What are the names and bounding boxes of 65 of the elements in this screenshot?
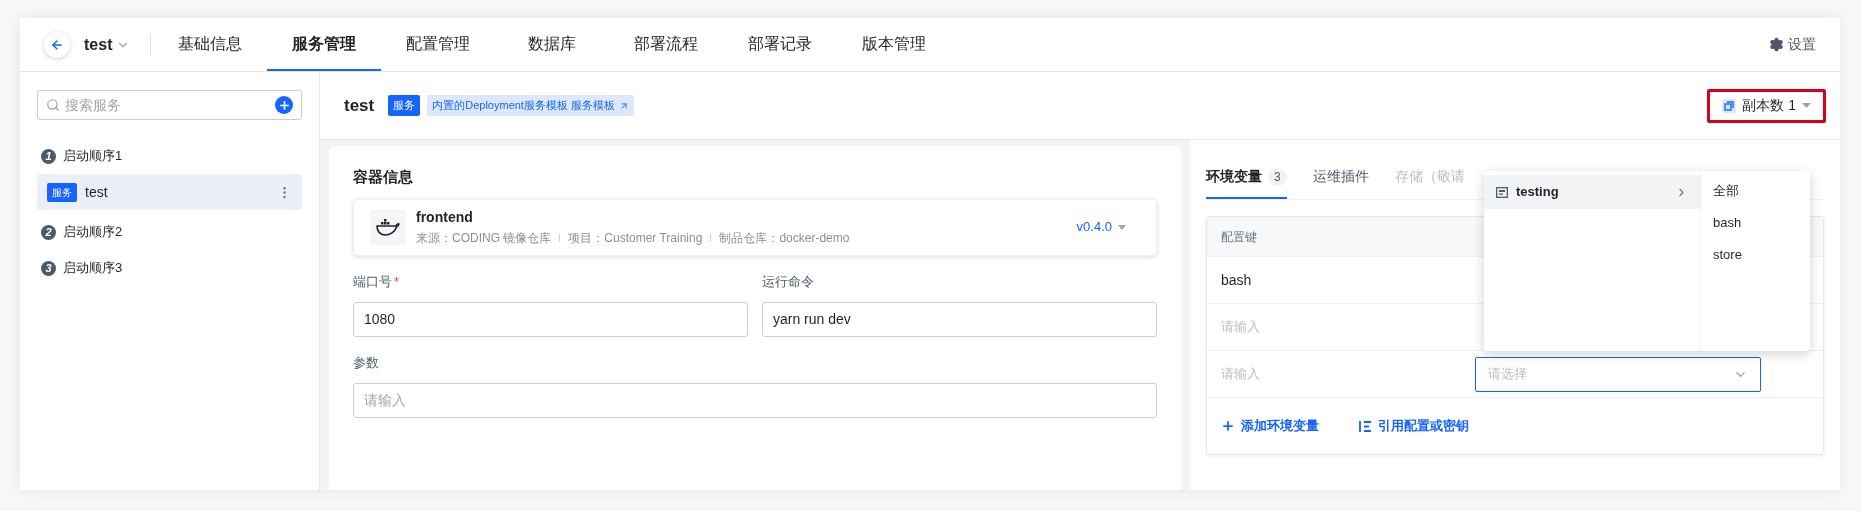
cascader-option[interactable]: testing: [1484, 175, 1700, 209]
project-selector[interactable]: test: [84, 32, 131, 57]
replicas-button[interactable]: 副本数 1: [1707, 88, 1826, 123]
service-tag: 服务: [47, 182, 77, 202]
field-label: 运行命令: [762, 272, 814, 291]
cascader-option[interactable]: 全部: [1701, 175, 1810, 207]
image-card[interactable]: frontend 来源：CODING 镜像仓库 项目：Customer Training 制品仓库：docker-demo v0.4.0: [353, 198, 1157, 256]
group-label: 启动顺序2: [63, 223, 123, 242]
service-tag: 服务: [388, 95, 421, 116]
panel-tab[interactable]: 环境变量 3: [1206, 162, 1287, 199]
cascader-option[interactable]: store: [1701, 239, 1810, 271]
template-link[interactable]: 内置的Deployment服务模板 服务模板: [427, 95, 634, 116]
external-link-icon: [619, 100, 629, 111]
order-number: 1: [41, 148, 56, 164]
service-item[interactable]: 服务 test: [37, 174, 302, 210]
text-field[interactable]: 1080: [353, 301, 748, 337]
key-input[interactable]: 请输入: [1221, 364, 1475, 384]
action-link[interactable]: 引用配置或密钥: [1359, 416, 1469, 436]
search-field[interactable]: 搜索服务: [65, 94, 270, 116]
service-title: test: [344, 94, 375, 117]
key-input[interactable]: 请输入: [1221, 317, 1475, 337]
required-mark: *: [394, 272, 400, 291]
count-badge: 3: [1268, 167, 1287, 186]
back-button[interactable]: [44, 31, 70, 58]
group-label: 启动顺序3: [63, 259, 123, 278]
text-field[interactable]: yarn run dev: [762, 301, 1157, 337]
search-box[interactable]: 搜索服务: [37, 90, 302, 120]
add-service-icon[interactable]: [275, 96, 293, 114]
section-title: 容器信息: [353, 167, 414, 187]
settings-icon: [1769, 37, 1784, 52]
cascader-option[interactable]: bash: [1701, 207, 1810, 239]
image-meta: 来源：CODING 镜像仓库: [416, 230, 552, 247]
nav-tab[interactable]: 服务管理: [267, 18, 382, 71]
image-meta: 制品仓库：docker-demo: [719, 230, 850, 247]
option-label: testing: [1516, 183, 1560, 202]
field-label: 端口号: [353, 272, 392, 291]
column-header: 配置键: [1221, 228, 1257, 246]
group-label: 启动顺序1: [63, 147, 123, 166]
caret-icon: [1802, 103, 1811, 108]
table-cell-text: bash: [1221, 270, 1253, 290]
panel-tab[interactable]: 运维插件: [1312, 162, 1369, 199]
image-meta: 项目：Customer Training: [568, 230, 703, 247]
service-name: test: [85, 182, 109, 202]
field-label: 参数: [353, 353, 379, 372]
plus-icon: [1221, 419, 1235, 433]
action-link[interactable]: 添加环境变量: [1221, 416, 1319, 436]
order-number: 2: [41, 224, 56, 240]
version-select[interactable]: v0.4.0: [1076, 217, 1126, 237]
nav-tab[interactable]: 版本管理: [837, 18, 952, 71]
order-number: 3: [41, 260, 56, 276]
nav-tab[interactable]: 部署记录: [723, 18, 838, 71]
nav-tab[interactable]: 配置管理: [381, 18, 496, 71]
nav-tab[interactable]: 基础信息: [153, 18, 268, 71]
whale-icon: [376, 218, 400, 236]
search-icon: [46, 98, 60, 112]
select-placeholder: 请选择: [1488, 365, 1527, 384]
caret-icon: [1118, 224, 1126, 230]
text-field[interactable]: 请输入: [353, 382, 1157, 418]
image-name: frontend: [416, 208, 474, 227]
settings-button[interactable]: 设置: [1769, 34, 1816, 55]
panel-icon: [1496, 186, 1508, 198]
copy-icon: [1722, 98, 1737, 113]
nav-tab[interactable]: 部署流程: [609, 18, 724, 71]
nav-tab[interactable]: 数据库: [495, 18, 610, 71]
list-icon: [1359, 419, 1372, 433]
